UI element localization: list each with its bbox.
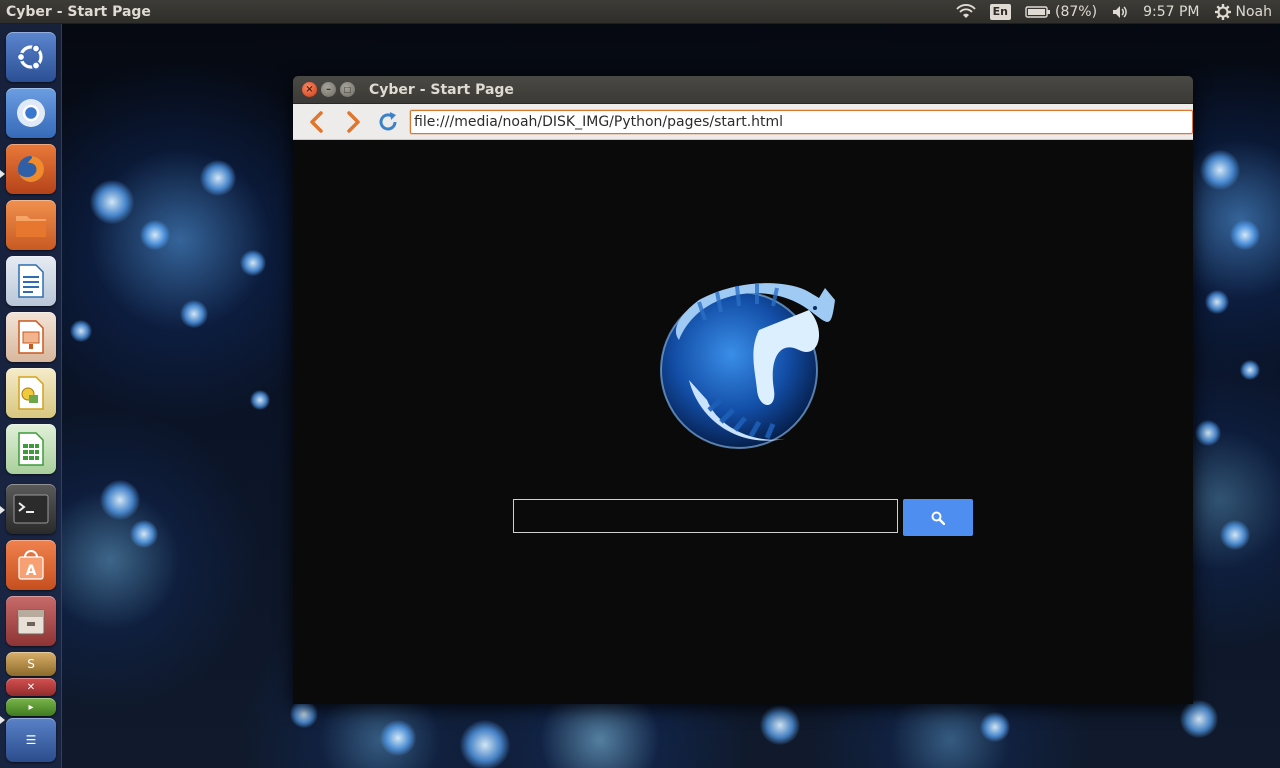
search-icon xyxy=(931,511,945,525)
window-titlebar[interactable]: × – □ Cyber - Start Page xyxy=(293,76,1193,104)
calc-icon xyxy=(18,432,44,466)
clock-text: 9:57 PM xyxy=(1143,3,1200,20)
close-icon: × xyxy=(305,83,314,95)
start-page xyxy=(293,140,1193,704)
wifi-indicator[interactable] xyxy=(949,0,983,24)
impress-icon xyxy=(18,320,44,354)
window-maximize-button[interactable]: □ xyxy=(340,82,355,97)
draw-icon xyxy=(18,376,44,410)
forward-button[interactable] xyxy=(335,107,371,137)
launcher-terminal[interactable] xyxy=(6,484,56,534)
battery-percentage: (87%) xyxy=(1055,3,1098,20)
stacked-app-icon: S xyxy=(27,657,35,671)
launcher: A S ✕ ▸ ☰ xyxy=(0,24,62,768)
active-app-title: Cyber - Start Page xyxy=(6,3,151,20)
launcher-ubuntu-dash[interactable] xyxy=(6,32,56,82)
battery-indicator[interactable]: (87%) xyxy=(1018,0,1104,24)
volume-icon xyxy=(1113,5,1127,18)
indicator-area: En (87%) 9:57 PM Noah xyxy=(949,0,1280,24)
window-title: Cyber - Start Page xyxy=(369,81,514,98)
ubuntu-logo-icon xyxy=(16,44,43,70)
user-name: Noah xyxy=(1235,3,1273,20)
url-input[interactable] xyxy=(410,109,1193,134)
chevron-right-icon xyxy=(346,110,360,133)
search-button[interactable] xyxy=(903,499,973,536)
minimize-icon: – xyxy=(326,83,331,95)
session-indicator[interactable]: Noah xyxy=(1207,0,1280,24)
writer-icon xyxy=(18,264,44,298)
chromium-icon xyxy=(17,99,45,127)
launcher-software-center[interactable]: A xyxy=(6,540,56,590)
gear-icon xyxy=(1214,3,1231,20)
running-indicator xyxy=(0,506,5,514)
launcher-chromium[interactable] xyxy=(6,88,56,138)
launcher-draw[interactable] xyxy=(6,368,56,418)
archive-icon xyxy=(17,609,45,635)
terminal-icon xyxy=(13,494,49,524)
software-center-icon: A xyxy=(18,550,44,580)
launcher-calc[interactable] xyxy=(6,424,56,474)
browser-window: × – □ Cyber - Start Page xyxy=(293,76,1193,704)
window-close-button[interactable]: × xyxy=(302,82,317,97)
language-badge: En xyxy=(989,3,1012,20)
top-panel: Cyber - Start Page En (87%) 9:57 PM Noah xyxy=(0,0,1280,24)
maximize-icon: □ xyxy=(343,84,352,94)
search-input[interactable] xyxy=(513,499,898,533)
chevron-left-icon xyxy=(310,110,323,133)
firefox-icon xyxy=(18,156,44,182)
running-indicator xyxy=(0,716,5,724)
launcher-stacked-1[interactable]: S xyxy=(6,652,56,676)
launcher-firefox[interactable] xyxy=(6,144,56,194)
folder-icon xyxy=(16,216,46,237)
stacked-app-icon: ✕ xyxy=(26,681,36,693)
launcher-stacked-4[interactable]: ☰ xyxy=(6,718,56,762)
window-minimize-button[interactable]: – xyxy=(321,82,336,97)
reload-button[interactable] xyxy=(370,107,406,137)
running-indicator xyxy=(0,170,5,178)
launcher-archive-manager[interactable] xyxy=(6,596,56,646)
launcher-impress[interactable] xyxy=(6,312,56,362)
stacked-app-icon: ▸ xyxy=(28,701,34,713)
stacked-app-icon: ☰ xyxy=(25,733,37,747)
keyboard-layout-indicator[interactable]: En xyxy=(983,0,1018,24)
launcher-stacked-2[interactable]: ✕ xyxy=(6,678,56,696)
launcher-files[interactable] xyxy=(6,200,56,250)
clock-indicator[interactable]: 9:57 PM xyxy=(1136,0,1206,24)
wifi-icon xyxy=(955,3,976,18)
reload-icon xyxy=(379,111,397,130)
cyber-logo-icon xyxy=(660,283,835,449)
battery-icon xyxy=(1025,5,1051,18)
navigation-toolbar xyxy=(293,104,1193,140)
svg-text:A: A xyxy=(26,563,37,579)
launcher-writer[interactable] xyxy=(6,256,56,306)
back-button[interactable] xyxy=(299,107,335,137)
launcher-stacked-3[interactable]: ▸ xyxy=(6,698,56,716)
volume-indicator[interactable] xyxy=(1104,0,1136,24)
